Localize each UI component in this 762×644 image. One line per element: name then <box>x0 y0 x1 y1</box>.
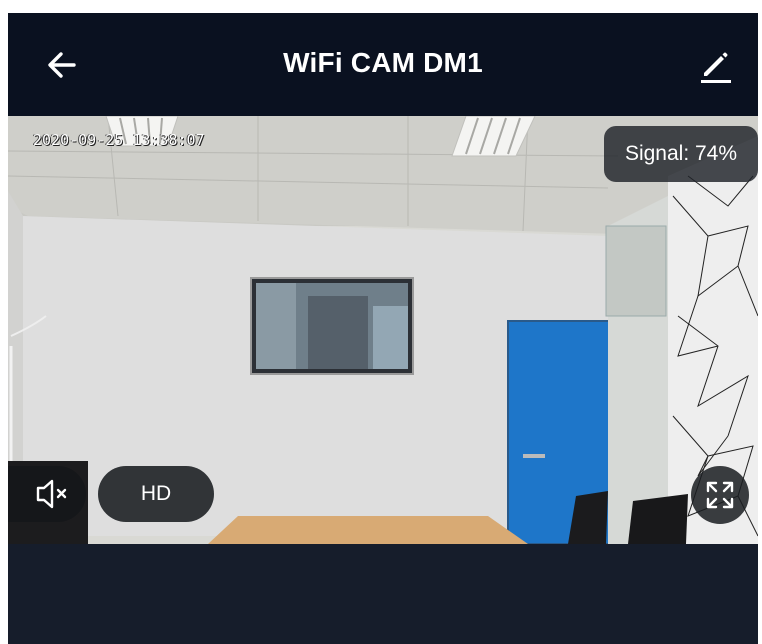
quality-hd-button[interactable]: HD <box>98 466 214 522</box>
signal-strength-badge: Signal: 74% <box>604 126 758 182</box>
app-frame: WiFi CAM DM1 2020-09-25 13:38:07 Signal:… <box>8 13 758 644</box>
page-title: WiFi CAM DM1 <box>283 47 483 78</box>
pencil-icon <box>701 52 731 83</box>
top-bar: WiFi CAM DM1 <box>8 13 758 116</box>
edit-button[interactable] <box>696 45 736 85</box>
fullscreen-icon <box>706 481 734 509</box>
controls-panel <box>8 544 758 644</box>
mute-button[interactable] <box>8 466 86 522</box>
speaker-muted-icon <box>36 479 67 509</box>
camera-live-view[interactable]: 2020-09-25 13:38:07 Signal: 74% HD <box>8 116 758 544</box>
fullscreen-button[interactable] <box>691 466 749 524</box>
video-timestamp: 2020-09-25 13:38:07 <box>33 131 205 149</box>
